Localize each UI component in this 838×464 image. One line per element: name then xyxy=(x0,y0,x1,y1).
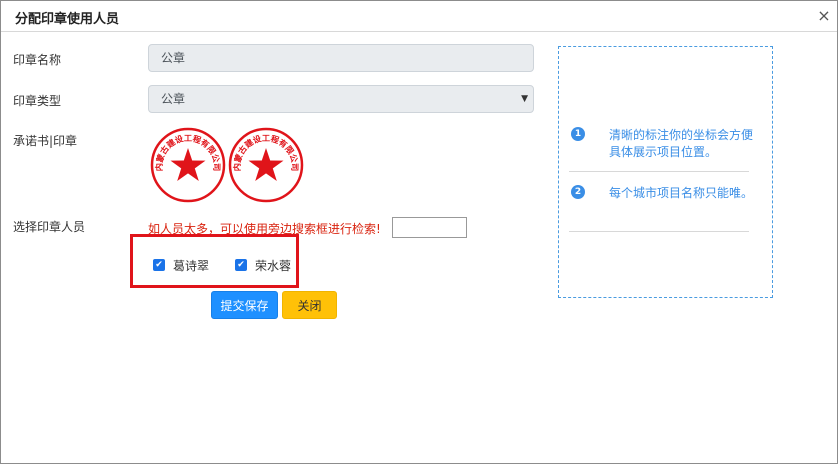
seal-name-field[interactable]: 公章 xyxy=(148,44,534,72)
seal-type-select[interactable]: 公章 ▼ xyxy=(148,85,534,113)
chevron-down-icon: ▼ xyxy=(521,94,528,104)
divider xyxy=(569,231,749,232)
dialog: 分配印章使用人员 × 印章名称 公章 印章类型 公章 ▼ 承诺书|印章 内蒙古建… xyxy=(0,0,838,464)
seal-stamp-image: 内蒙古建设工程有限公司 xyxy=(150,127,226,203)
search-input[interactable] xyxy=(392,217,467,238)
commitment-seal-label: 承诺书|印章 xyxy=(13,134,78,148)
checkbox-checked-icon[interactable]: ✔ xyxy=(235,259,247,271)
step-number-badge: 1 xyxy=(571,127,585,141)
dialog-title: 分配印章使用人员 xyxy=(15,12,120,27)
person-name: 葛诗翠 xyxy=(173,258,210,273)
checkbox-checked-icon[interactable]: ✔ xyxy=(153,259,165,271)
select-person-label: 选择印章人员 xyxy=(13,220,86,234)
person-checkbox[interactable]: ✔ 荣水蓉 xyxy=(235,258,292,273)
person-name: 荣水蓉 xyxy=(255,258,292,273)
close-button[interactable]: 关闭 xyxy=(282,291,337,319)
seal-stamp-image: 内蒙古建设工程有限公司 xyxy=(228,127,304,203)
submit-save-button[interactable]: 提交保存 xyxy=(211,291,278,319)
step-number-badge: 2 xyxy=(571,185,585,199)
seal-type-label: 印章类型 xyxy=(13,94,62,108)
close-icon[interactable]: × xyxy=(817,7,831,25)
help-step-text: 清晰的标注你的坐标会方便具体展示项目位置。 xyxy=(609,128,754,159)
seal-name-label: 印章名称 xyxy=(13,53,62,67)
divider xyxy=(569,171,749,172)
dialog-titlebar: 分配印章使用人员 × xyxy=(1,1,837,32)
person-checkbox[interactable]: ✔ 葛诗翠 xyxy=(153,258,210,273)
help-step-text: 每个城市项目名称只能唯。 xyxy=(609,186,754,200)
seal-type-value: 公章 xyxy=(161,92,186,106)
help-panel: 1 清晰的标注你的坐标会方便具体展示项目位置。 2 每个城市项目名称只能唯。 xyxy=(558,46,773,298)
